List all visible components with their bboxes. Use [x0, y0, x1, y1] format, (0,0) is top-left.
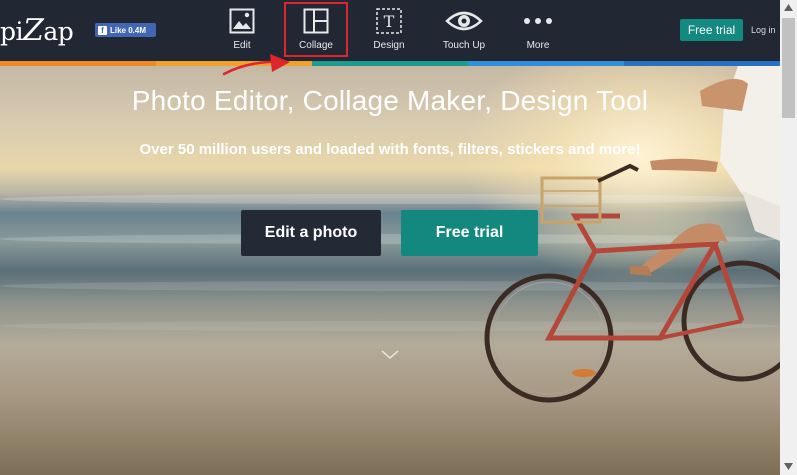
hero-free-trial-button[interactable]: Free trial: [401, 210, 538, 256]
hero-banner: Photo Editor, Collage Maker, Design Tool…: [0, 66, 780, 475]
hero-title: Photo Editor, Collage Maker, Design Tool: [131, 85, 649, 116]
nav-edit[interactable]: Edit: [212, 6, 272, 56]
red-arrow-annotation: [222, 54, 290, 76]
edit-photo-button[interactable]: Edit a photo: [241, 210, 381, 256]
top-navigation-bar: piZap f Like 0.4M Edit Collage T Design …: [0, 0, 780, 61]
collage-highlight-annotation: [284, 2, 348, 57]
vertical-scrollbar[interactable]: [780, 0, 797, 475]
nav-more[interactable]: More: [508, 6, 568, 56]
pizap-logo[interactable]: piZap: [0, 13, 74, 48]
nav-touch-up-label: Touch Up: [442, 40, 486, 51]
facebook-icon: f: [98, 25, 107, 35]
scrollbar-thumb[interactable]: [782, 18, 795, 118]
svg-text:T: T: [384, 12, 395, 31]
login-link[interactable]: Log in: [751, 25, 776, 35]
scroll-up-arrow-icon[interactable]: [784, 4, 793, 11]
header-free-trial-button[interactable]: Free trial: [680, 19, 743, 41]
nav-design[interactable]: T Design: [359, 6, 419, 56]
bicycle-rider-illustration: [484, 66, 780, 403]
scroll-down-arrow-icon[interactable]: [784, 463, 793, 470]
more-dots-icon: [508, 6, 568, 36]
nav-touch-up[interactable]: Touch Up: [434, 6, 494, 56]
nav-more-label: More: [526, 40, 550, 51]
hero-subtitle: Over 50 million users and loaded with fo…: [139, 141, 641, 158]
facebook-like-label: Like 0.4M: [110, 25, 147, 35]
eye-icon: [434, 6, 494, 36]
facebook-like-button[interactable]: f Like 0.4M: [95, 23, 156, 37]
scroll-down-chevron-icon[interactable]: [380, 349, 400, 361]
text-frame-icon: T: [359, 6, 419, 36]
image-icon: [212, 6, 272, 36]
nav-design-label: Design: [373, 40, 405, 51]
